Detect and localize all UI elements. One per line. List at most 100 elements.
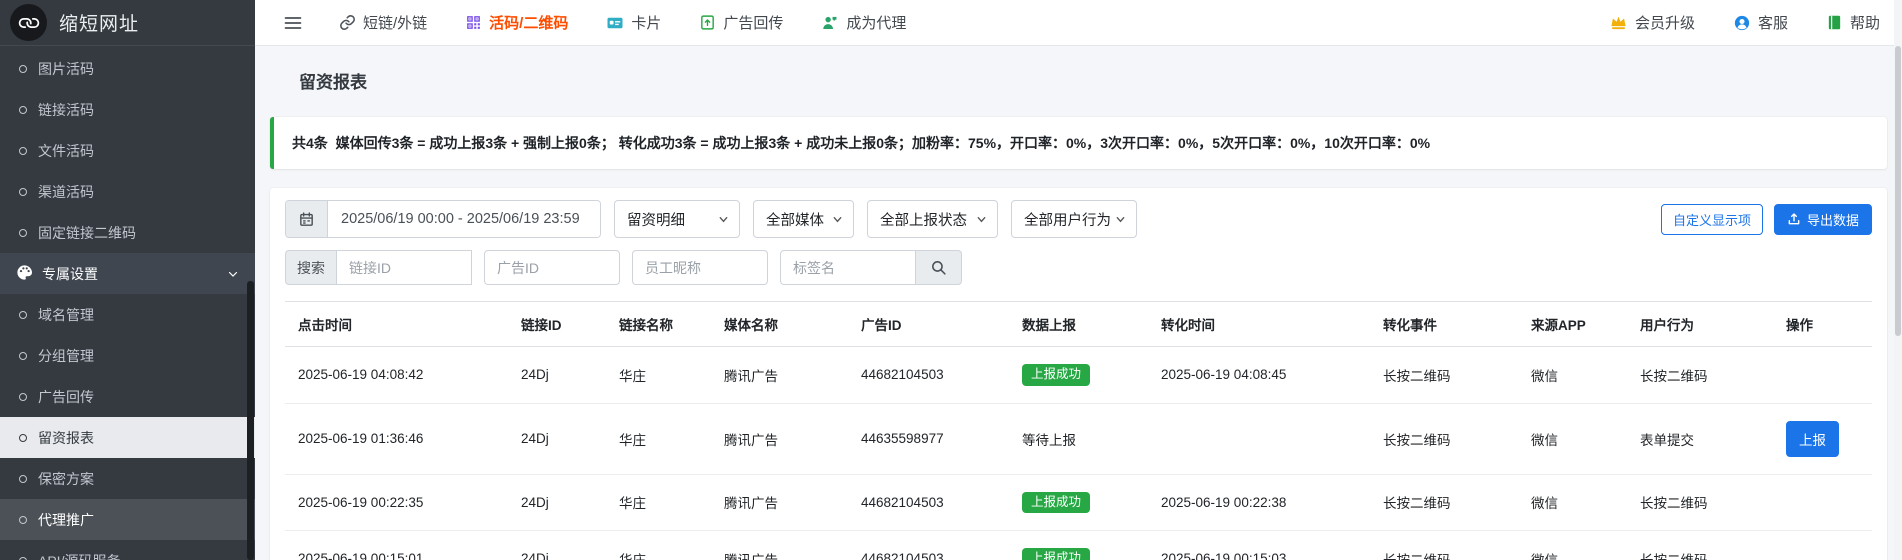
agent-person-icon [821, 14, 839, 32]
page-scrollbar-thumb[interactable] [1895, 46, 1901, 336]
sidebar-item-label: API/源码服务 [38, 551, 120, 560]
search-group-tag [780, 250, 962, 285]
page-title: 留资报表 [299, 68, 1887, 93]
nav-menu: 短链/外链 活码/二维码 卡片 广告回传 成为代理 [339, 12, 906, 33]
col-operation: 操作 [1773, 302, 1872, 347]
brand-title: 缩短网址 [59, 9, 139, 36]
sidebar-item-label: 固定链接二维码 [38, 223, 136, 243]
nav-item-member-upgrade[interactable]: 会员升级 [1609, 12, 1695, 33]
app-window: 缩短网址 图片活码 链接活码 文件活码 渠道活码 固定链接二维码 专属设置 [0, 0, 1902, 560]
sidebar-item-label: 专属设置 [42, 264, 98, 284]
nav-right: 会员升级 客服 帮助 [1609, 12, 1880, 33]
qr-code-icon [465, 14, 482, 31]
hamburger-menu-icon[interactable] [283, 13, 303, 33]
date-range-input[interactable] [328, 201, 600, 237]
sidebar-item-api-source[interactable]: API/源码服务 [0, 540, 255, 560]
col-source-app: 来源APP [1518, 302, 1627, 347]
nav-item-card[interactable]: 卡片 [606, 12, 661, 33]
search-group-staff [632, 250, 768, 285]
sidebar-item-agent-promotion[interactable]: 代理推广 [0, 499, 255, 540]
circle-icon [19, 65, 27, 73]
summary-bar: 共4条 媒体回传3条 = 成功上报3条 + 强制上报0条； 转化成功3条 = 成… [270, 117, 1887, 169]
col-click-time: 点击时间 [285, 302, 508, 347]
customize-columns-button[interactable]: 自定义显示项 [1661, 204, 1763, 235]
nav-item-short-link[interactable]: 短链/外链 [339, 12, 427, 33]
filter-row: 留资明细 全部媒体 全部上报状态 全部用户行为 [285, 200, 1872, 238]
sidebar-menu: 图片活码 链接活码 文件活码 渠道活码 固定链接二维码 专属设置 域名管理 分组… [0, 46, 255, 560]
chevron-down-icon [976, 214, 987, 225]
status-badge: 上报成功 [1022, 548, 1090, 560]
sidebar-item-image-qr[interactable]: 图片活码 [0, 48, 255, 89]
nav-item-qr-code[interactable]: 活码/二维码 [465, 12, 568, 33]
status-badge: 上报成功 [1022, 364, 1090, 386]
sidebar-item-link-qr[interactable]: 链接活码 [0, 89, 255, 130]
nav-item-help[interactable]: 帮助 [1826, 12, 1880, 33]
table-row: 2025-06-19 00:22:35 24Dj 华庄 腾讯广告 4468210… [285, 474, 1872, 531]
sidebar-item-domain-management[interactable]: 域名管理 [0, 294, 255, 335]
col-convert-time: 转化时间 [1148, 302, 1370, 347]
summary-detail: 媒体回传3条 = 成功上报3条 + 强制上报0条； 转化成功3条 = 成功上报3… [336, 135, 1431, 151]
sidebar-item-label: 链接活码 [38, 100, 94, 120]
circle-icon [19, 229, 27, 237]
staff-nickname-input[interactable] [632, 250, 768, 285]
tag-name-input[interactable] [780, 250, 916, 285]
nav-item-become-agent[interactable]: 成为代理 [821, 12, 906, 33]
media-select[interactable]: 全部媒体 [753, 200, 854, 238]
headset-icon [1733, 14, 1751, 32]
circle-icon [19, 516, 27, 524]
report-button[interactable]: 上报 [1786, 421, 1839, 457]
crown-icon [1609, 13, 1628, 32]
export-data-button[interactable]: 导出数据 [1774, 204, 1872, 235]
sidebar-item-lead-report[interactable]: 留资报表 [0, 417, 255, 458]
calendar-icon [298, 211, 315, 228]
report-status-select[interactable]: 全部上报状态 [867, 200, 998, 238]
col-ad-id: 广告ID [848, 302, 1009, 347]
nav-item-ad-callback[interactable]: 广告回传 [699, 12, 783, 33]
sidebar-item-channel-qr[interactable]: 渠道活码 [0, 171, 255, 212]
ad-id-input[interactable] [484, 250, 620, 285]
chevron-down-icon [832, 214, 843, 225]
summary-count: 共4条 [292, 135, 328, 151]
palette-icon [15, 263, 34, 285]
filter-actions: 自定义显示项 导出数据 [1661, 204, 1872, 235]
brand[interactable]: 缩短网址 [0, 0, 255, 46]
sidebar-item-label: 图片活码 [38, 59, 94, 79]
status-badge: 上报成功 [1022, 492, 1090, 514]
search-button[interactable] [916, 250, 962, 285]
table-row: 2025-06-19 00:15:01 24Dj 华庄 腾讯广告 4468210… [285, 531, 1872, 560]
sidebar-item-label: 域名管理 [38, 305, 94, 325]
sidebar-item-label: 渠道活码 [38, 182, 94, 202]
upload-icon [1787, 212, 1801, 226]
main-area: 短链/外链 活码/二维码 卡片 广告回传 成为代理 [255, 0, 1902, 560]
page-content: 留资报表 共4条 媒体回传3条 = 成功上报3条 + 强制上报0条； 转化成功3… [255, 46, 1902, 560]
search-group-link-id: 搜索 [285, 250, 472, 285]
user-action-select[interactable]: 全部用户行为 [1011, 200, 1137, 238]
sidebar-item-fixed-link-qr[interactable]: 固定链接二维码 [0, 212, 255, 253]
sidebar-item-exclusive-settings[interactable]: 专属设置 [0, 253, 255, 294]
sidebar-item-privacy-plan[interactable]: 保密方案 [0, 458, 255, 499]
link-id-input[interactable] [336, 250, 472, 285]
sidebar-scrollbar[interactable] [247, 281, 254, 560]
nav-item-customer-service[interactable]: 客服 [1733, 12, 1788, 33]
calendar-button[interactable] [286, 201, 328, 237]
circle-icon [19, 393, 27, 401]
circle-icon [19, 475, 27, 483]
search-label: 搜索 [285, 250, 336, 285]
sidebar-item-group-management[interactable]: 分组管理 [0, 335, 255, 376]
sidebar-item-label: 文件活码 [38, 141, 94, 161]
top-navbar: 短链/外链 活码/二维码 卡片 广告回传 成为代理 [255, 0, 1902, 46]
report-type-select[interactable]: 留资明细 [614, 200, 740, 238]
page-scrollbar[interactable] [1894, 0, 1902, 560]
col-link-id: 链接ID [508, 302, 606, 347]
report-card: 留资明细 全部媒体 全部上报状态 全部用户行为 [270, 188, 1887, 560]
sidebar-item-ad-callback[interactable]: 广告回传 [0, 376, 255, 417]
circle-icon [19, 557, 27, 560]
search-icon [930, 259, 947, 276]
sidebar-item-label: 分组管理 [38, 346, 94, 366]
sidebar-item-file-qr[interactable]: 文件活码 [0, 130, 255, 171]
table-row: 2025-06-19 01:36:46 24Dj 华庄 腾讯广告 4463559… [285, 403, 1872, 474]
chevron-down-icon [227, 267, 239, 283]
brand-link-icon [10, 4, 47, 41]
search-row: 搜索 [285, 250, 1872, 285]
circle-icon [19, 147, 27, 155]
